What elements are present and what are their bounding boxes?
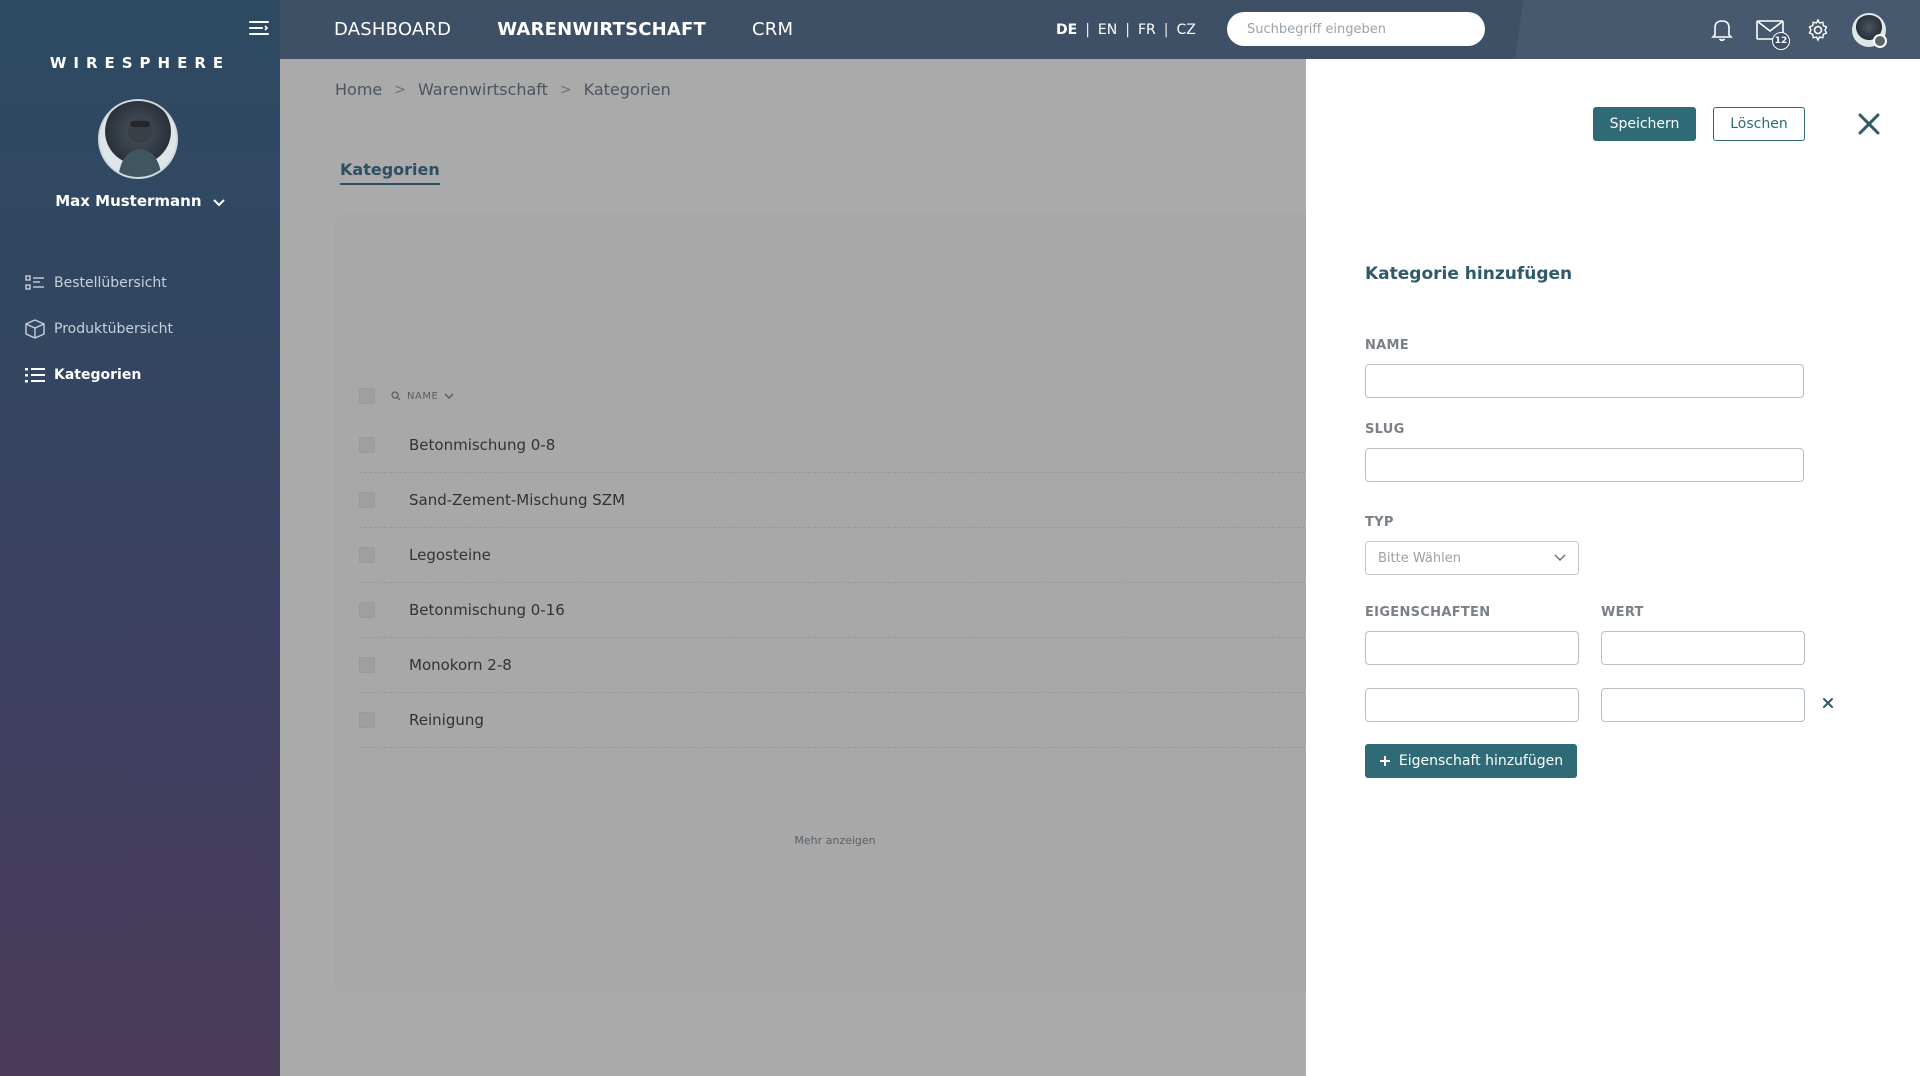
row-name: Sand-Zement-Mischung SZM: [409, 491, 626, 509]
user-avatar[interactable]: [98, 99, 178, 179]
column-name-label: NAME: [407, 390, 439, 402]
search-icon: [391, 391, 401, 401]
breadcrumb-current: Kategorien: [583, 80, 671, 99]
property-key-field-2[interactable]: [1365, 688, 1579, 722]
gear-icon[interactable]: [1804, 16, 1832, 44]
sidebar-item-label: Bestellübersicht: [54, 275, 167, 291]
top-icons: 12: [1708, 0, 1887, 59]
profile-avatar[interactable]: [1852, 12, 1887, 48]
row-name: Reinigung: [409, 711, 484, 729]
value-label: WERT: [1601, 605, 1644, 620]
tab-dashboard[interactable]: DASHBOARD: [334, 19, 451, 40]
type-select-value: Bitte Wählen: [1378, 550, 1461, 566]
mail-icon[interactable]: 12: [1756, 16, 1790, 50]
row-checkbox[interactable]: [359, 712, 375, 728]
table-row[interactable]: Legosteine: [359, 528, 1335, 583]
chevron-down-icon: [213, 193, 225, 211]
type-label: TYP: [1365, 515, 1394, 530]
lang-en[interactable]: EN: [1098, 22, 1117, 38]
chevron-down-icon: [444, 392, 454, 399]
tab-crm[interactable]: CRM: [752, 19, 793, 40]
type-select[interactable]: Bitte Wählen: [1365, 541, 1579, 575]
plus-icon: [1379, 756, 1390, 766]
category-table-card: NAME Betonmischung 0-8 Sand-Zement-Misch…: [335, 216, 1335, 991]
user-menu[interactable]: Max Mustermann: [0, 192, 280, 211]
bell-icon[interactable]: [1708, 16, 1736, 44]
list-detail-icon: [24, 273, 46, 293]
chevron-right-icon: >: [394, 81, 406, 98]
table-row[interactable]: Sand-Zement-Mischung SZM: [359, 473, 1335, 528]
list-icon: [24, 365, 46, 385]
search-input[interactable]: [1227, 12, 1485, 46]
row-checkbox[interactable]: [359, 437, 375, 453]
tab-kategorien[interactable]: Kategorien: [340, 160, 440, 185]
table-row[interactable]: Reinigung: [359, 693, 1335, 748]
sidebar-item-bestelluebersicht[interactable]: Bestellübersicht: [24, 260, 173, 306]
sidebar-item-kategorien[interactable]: Kategorien: [24, 352, 173, 398]
slug-label: SLUG: [1365, 422, 1405, 437]
menu-toggle-icon[interactable]: [248, 19, 270, 37]
table-header: NAME: [359, 388, 454, 404]
breadcrumb-home[interactable]: Home: [335, 80, 382, 99]
name-label: NAME: [1365, 338, 1409, 353]
close-icon[interactable]: [1854, 109, 1884, 139]
row-checkbox[interactable]: [359, 602, 375, 618]
add-property-button[interactable]: Eigenschaft hinzufügen: [1365, 744, 1577, 778]
delete-button[interactable]: Löschen: [1713, 107, 1805, 141]
table-row[interactable]: Betonmischung 0-8: [359, 418, 1335, 473]
top-nav: DASHBOARD WARENWIRTSCHAFT CRM: [334, 0, 793, 59]
breadcrumb: Home > Warenwirtschaft > Kategorien: [335, 80, 671, 99]
mail-count-badge: 12: [1772, 31, 1790, 50]
add-category-panel: Speichern Löschen Kategorie hinzufügen N…: [1306, 59, 1920, 1076]
remove-property-icon[interactable]: [1818, 693, 1838, 713]
status-dot: [1873, 33, 1887, 48]
table-row[interactable]: Betonmischung 0-16: [359, 583, 1335, 638]
sidebar-nav: Bestellübersicht Produktübersicht Katego…: [24, 260, 173, 398]
properties-label: EIGENSCHAFTEN: [1365, 605, 1491, 620]
row-name: Betonmischung 0-16: [409, 601, 565, 619]
chevron-right-icon: >: [559, 81, 572, 98]
table-body: Betonmischung 0-8 Sand-Zement-Mischung S…: [359, 418, 1335, 748]
add-property-label: Eigenschaft hinzufügen: [1398, 753, 1564, 769]
slug-field[interactable]: [1365, 448, 1804, 482]
row-name: Betonmischung 0-8: [409, 436, 556, 454]
language-switcher: DE | EN | FR | CZ: [1056, 21, 1196, 38]
select-all-checkbox[interactable]: [359, 388, 375, 404]
property-key-field-1[interactable]: [1365, 631, 1579, 665]
brand-logo: WIRESPHERE: [49, 54, 231, 72]
panel-title: Kategorie hinzufügen: [1365, 264, 1573, 284]
property-value-field-2[interactable]: [1601, 688, 1805, 722]
row-name: Legosteine: [409, 546, 491, 564]
row-checkbox[interactable]: [359, 492, 375, 508]
row-checkbox[interactable]: [359, 547, 375, 563]
row-name: Monokorn 2-8: [409, 656, 512, 674]
lang-cz[interactable]: CZ: [1176, 22, 1195, 38]
top-bar: DASHBOARD WARENWIRTSCHAFT CRM DE | EN | …: [280, 0, 1920, 59]
user-name: Max Mustermann: [55, 192, 202, 210]
name-field[interactable]: [1365, 364, 1804, 398]
sidebar-item-produktuebersicht[interactable]: Produktübersicht: [24, 306, 173, 352]
lang-fr[interactable]: FR: [1138, 22, 1156, 38]
sidebar-item-label: Produktübersicht: [54, 321, 173, 337]
table-row[interactable]: Monokorn 2-8: [359, 638, 1335, 693]
save-button[interactable]: Speichern: [1593, 107, 1696, 141]
row-checkbox[interactable]: [359, 657, 375, 673]
column-name-sort[interactable]: NAME: [391, 391, 454, 402]
breadcrumb-warenwirtschaft[interactable]: Warenwirtschaft: [418, 80, 548, 99]
sidebar: WIRESPHERE Max Mustermann Bestellübersic…: [0, 0, 280, 1076]
sidebar-item-label: Kategorien: [54, 367, 142, 383]
box-icon: [24, 319, 46, 339]
chevron-down-icon: [1554, 554, 1566, 562]
property-value-field-1[interactable]: [1601, 631, 1805, 665]
lang-de[interactable]: DE: [1056, 22, 1077, 38]
tab-warenwirtschaft[interactable]: WARENWIRTSCHAFT: [497, 19, 706, 40]
show-more-link[interactable]: Mehr anzeigen: [335, 834, 1335, 847]
